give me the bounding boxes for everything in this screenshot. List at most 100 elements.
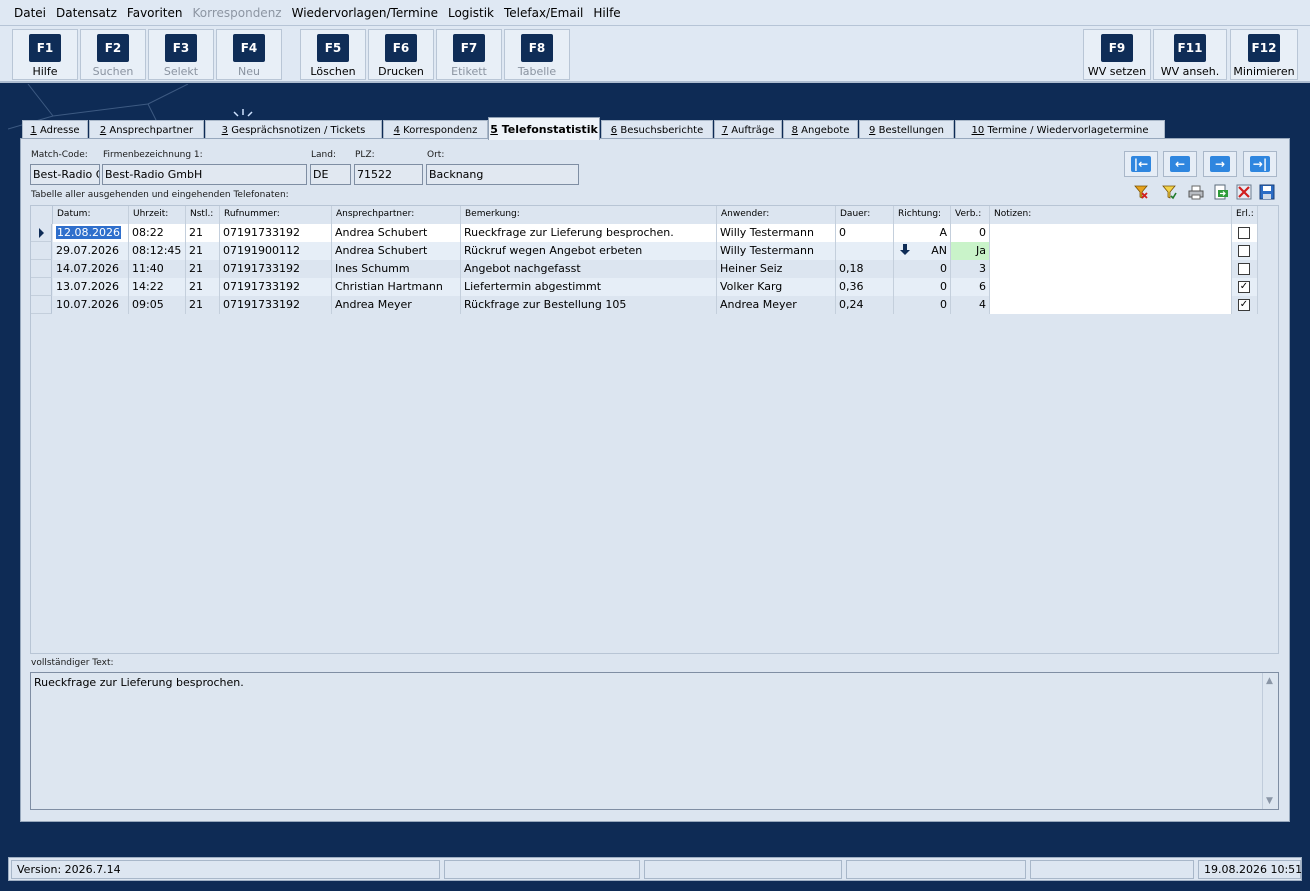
- cell-dauer[interactable]: 0,36: [836, 278, 894, 296]
- cell-bemerkung[interactable]: Rückfrage zur Bestellung 105: [461, 296, 717, 314]
- fulltext-scrollbar[interactable]: ▲ ▼: [1262, 673, 1278, 809]
- table-row[interactable]: 10.07.2026 09:05 21 07191733192 Andrea M…: [31, 296, 1278, 314]
- firma-field[interactable]: Best-Radio GmbH: [102, 164, 307, 185]
- menu-hilfe[interactable]: Hilfe: [593, 6, 620, 20]
- cell-ansprechpartner[interactable]: Andrea Meyer: [332, 296, 461, 314]
- cell-uhrzeit[interactable]: 14:22: [129, 278, 186, 296]
- menu-datensatz[interactable]: Datensatz: [56, 6, 117, 20]
- f11-view-reminder-button[interactable]: F11 WV anseh.: [1153, 29, 1227, 80]
- scroll-down-icon[interactable]: ▼: [1266, 796, 1273, 806]
- ort-field[interactable]: Backnang: [426, 164, 579, 185]
- cell-notizen[interactable]: [990, 242, 1232, 260]
- cell-ansprechpartner[interactable]: Andrea Schubert: [332, 242, 461, 260]
- col-rufnummer[interactable]: Rufnummer:: [220, 206, 332, 224]
- cell-verb[interactable]: 4: [951, 296, 990, 314]
- f6-print-button[interactable]: F6 Drucken: [368, 29, 434, 80]
- cell-anwender[interactable]: Willy Testermann: [717, 224, 836, 242]
- cell-nstl[interactable]: 21: [186, 296, 220, 314]
- menu-wiedervorlagen[interactable]: Wiedervorlagen/Termine: [292, 6, 438, 20]
- cell-anwender[interactable]: Willy Testermann: [717, 242, 836, 260]
- cell-bemerkung[interactable]: Angebot nachgefasst: [461, 260, 717, 278]
- cell-uhrzeit[interactable]: 08:12:45: [129, 242, 186, 260]
- cell-nstl[interactable]: 21: [186, 224, 220, 242]
- table-row[interactable]: 29.07.2026 08:12:45 21 07191900112 Andre…: [31, 242, 1278, 260]
- erl-checkbox[interactable]: [1238, 245, 1250, 257]
- cell-richtung[interactable]: 0: [894, 278, 951, 296]
- col-datum[interactable]: Datum:: [53, 206, 129, 224]
- cell-rufnummer[interactable]: 07191900112: [220, 242, 332, 260]
- f4-new-button[interactable]: F4 Neu: [216, 29, 282, 80]
- cell-datum[interactable]: 12.08.2026: [53, 224, 129, 242]
- tab-korrespondenz[interactable]: 4 Korrespondenz: [383, 120, 488, 139]
- cell-richtung[interactable]: A: [894, 224, 951, 242]
- cell-uhrzeit[interactable]: 11:40: [129, 260, 186, 278]
- cell-datum[interactable]: 13.07.2026: [53, 278, 129, 296]
- tab-auftraege[interactable]: 7 Aufträge: [714, 120, 782, 139]
- tab-ansprechpartner[interactable]: 2 Ansprechpartner: [89, 120, 204, 139]
- next-record-button[interactable]: →: [1203, 151, 1237, 177]
- filter-icon[interactable]: [1159, 182, 1179, 202]
- scroll-up-icon[interactable]: ▲: [1266, 676, 1273, 686]
- col-ansprechpartner[interactable]: Ansprechpartner:: [332, 206, 461, 224]
- cell-verb[interactable]: 6: [951, 278, 990, 296]
- cell-rufnummer[interactable]: 07191733192: [220, 278, 332, 296]
- cell-verb[interactable]: Ja: [951, 242, 990, 260]
- cell-ansprechpartner[interactable]: Ines Schumm: [332, 260, 461, 278]
- cell-richtung[interactable]: 0: [894, 260, 951, 278]
- col-richtung[interactable]: Richtung:: [894, 206, 951, 224]
- cell-anwender[interactable]: Andrea Meyer: [717, 296, 836, 314]
- tab-besuchsberichte[interactable]: 6 Besuchsberichte: [601, 120, 713, 139]
- fulltext-area[interactable]: Rueckfrage zur Lieferung besprochen. ▲ ▼: [30, 672, 1279, 810]
- filter-remove-icon[interactable]: [1131, 182, 1151, 202]
- col-uhrzeit[interactable]: Uhrzeit:: [129, 206, 186, 224]
- cell-rufnummer[interactable]: 07191733192: [220, 296, 332, 314]
- f8-table-button[interactable]: F8 Tabelle: [504, 29, 570, 80]
- cell-dauer[interactable]: 0: [836, 224, 894, 242]
- cell-notizen[interactable]: [990, 260, 1232, 278]
- f1-help-button[interactable]: F1 Hilfe: [12, 29, 78, 80]
- cell-anwender[interactable]: Heiner Seiz: [717, 260, 836, 278]
- menu-datei[interactable]: Datei: [14, 6, 46, 20]
- erl-checkbox-checked[interactable]: ✓: [1238, 299, 1250, 311]
- matchcode-field[interactable]: Best-Radio Gr: [30, 164, 100, 185]
- cell-nstl[interactable]: 21: [186, 242, 220, 260]
- col-erl[interactable]: Erl.:: [1232, 206, 1258, 224]
- tab-angebote[interactable]: 8 Angebote: [783, 120, 858, 139]
- delete-icon[interactable]: [1234, 182, 1254, 202]
- col-bemerkung[interactable]: Bemerkung:: [461, 206, 717, 224]
- first-record-button[interactable]: |←: [1124, 151, 1158, 177]
- cell-uhrzeit[interactable]: 08:22: [129, 224, 186, 242]
- col-nstl[interactable]: Nstl.:: [186, 206, 220, 224]
- cell-rufnummer[interactable]: 07191733192: [220, 260, 332, 278]
- cell-dauer[interactable]: 0,18: [836, 260, 894, 278]
- cell-verb[interactable]: 3: [951, 260, 990, 278]
- cell-notizen[interactable]: [990, 296, 1232, 314]
- erl-checkbox[interactable]: [1238, 263, 1250, 275]
- cell-richtung[interactable]: 0: [894, 296, 951, 314]
- cell-datum[interactable]: 14.07.2026: [53, 260, 129, 278]
- export-icon[interactable]: [1211, 182, 1231, 202]
- tab-adresse[interactable]: 1 Adresse: [22, 120, 88, 139]
- erl-checkbox-checked[interactable]: ✓: [1238, 281, 1250, 293]
- printer-icon[interactable]: [1186, 182, 1206, 202]
- cell-rufnummer[interactable]: 07191733192: [220, 224, 332, 242]
- tab-bestellungen[interactable]: 9 Bestellungen: [859, 120, 954, 139]
- cell-bemerkung[interactable]: Rueckfrage zur Lieferung besprochen.: [461, 224, 717, 242]
- erl-checkbox[interactable]: [1238, 227, 1250, 239]
- f2-search-button[interactable]: F2 Suchen: [80, 29, 146, 80]
- tab-gespraechsnotizen[interactable]: 3 Gesprächsnotizen / Tickets: [205, 120, 382, 139]
- cell-ansprechpartner[interactable]: Andrea Schubert: [332, 224, 461, 242]
- cell-uhrzeit[interactable]: 09:05: [129, 296, 186, 314]
- table-row[interactable]: 14.07.2026 11:40 21 07191733192 Ines Sch…: [31, 260, 1278, 278]
- cell-nstl[interactable]: 21: [186, 278, 220, 296]
- cell-dauer[interactable]: 0,24: [836, 296, 894, 314]
- menu-telefax-email[interactable]: Telefax/Email: [504, 6, 583, 20]
- f9-set-reminder-button[interactable]: F9 WV setzen: [1083, 29, 1151, 80]
- f12-minimize-button[interactable]: F12 Minimieren: [1230, 29, 1298, 80]
- save-icon[interactable]: [1257, 182, 1277, 202]
- cell-nstl[interactable]: 21: [186, 260, 220, 278]
- col-dauer[interactable]: Dauer:: [836, 206, 894, 224]
- f7-label-button[interactable]: F7 Etikett: [436, 29, 502, 80]
- cell-anwender[interactable]: Volker Karg: [717, 278, 836, 296]
- cell-richtung[interactable]: AN: [894, 242, 951, 260]
